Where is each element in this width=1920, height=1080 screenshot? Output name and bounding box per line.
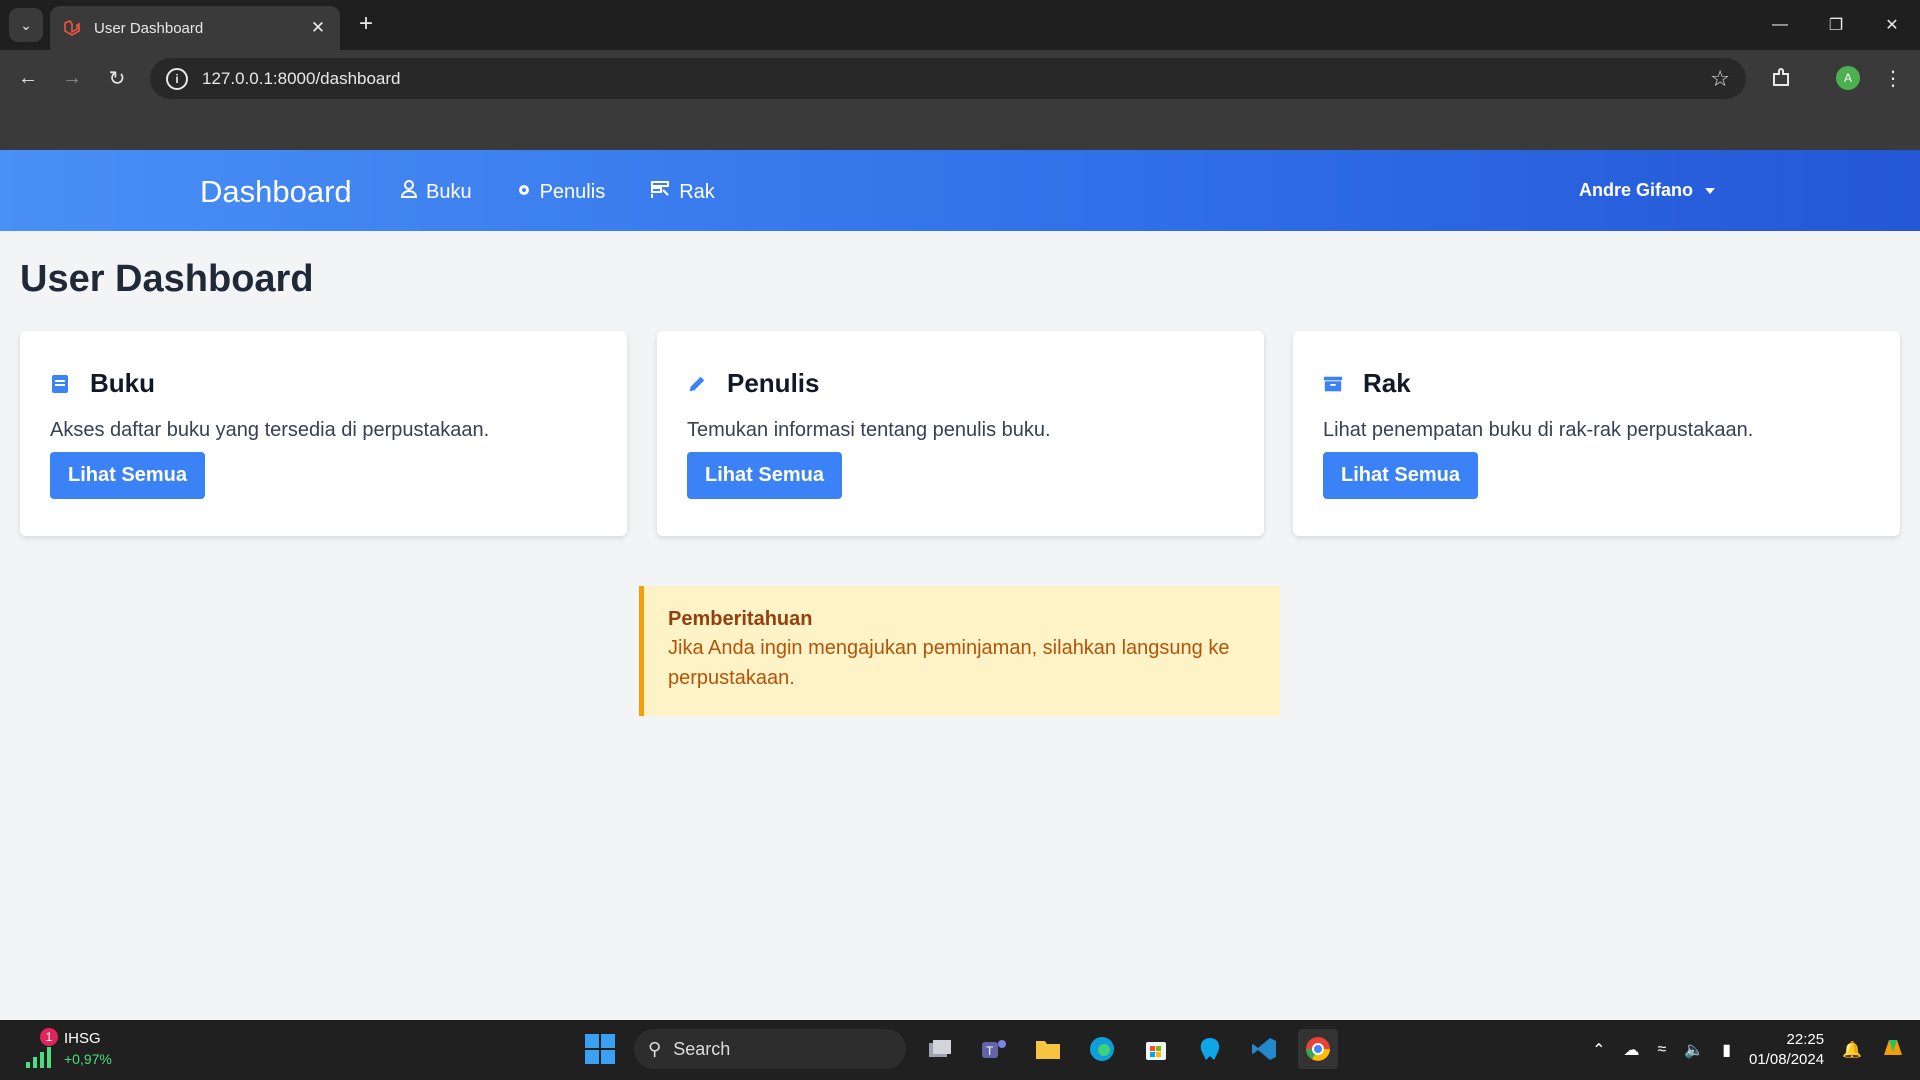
nav-link-label: Rak (679, 180, 715, 203)
card-title: Buku (90, 368, 155, 398)
nav-link-label: Penulis (539, 180, 606, 203)
signal-chart-icon (26, 1047, 51, 1068)
address-bar[interactable]: i 127.0.0.1:8000/dashboard ☆ (150, 58, 1746, 99)
reload-icon[interactable]: ↻ (103, 64, 131, 92)
widget-label: IHSG (64, 1030, 101, 1047)
card-description: Lihat penempatan buku di rak-rak perpust… (1323, 419, 1754, 441)
dashboard-page: { "browser": { "tab_title": "User Dashbo… (0, 0, 1920, 1080)
chrome-icon[interactable] (1298, 1029, 1338, 1069)
info-icon[interactable]: i (166, 67, 188, 90)
stock-widget[interactable]: 1 IHSG +0,97% (24, 1028, 112, 1070)
clock-time: 22:25 (1786, 1031, 1825, 1048)
nav-link-buku[interactable]: Buku (400, 178, 472, 206)
vscode-icon[interactable] (1244, 1029, 1284, 1069)
notice-text: Jika Anda ingin mengajukan peminjaman, s… (668, 637, 1230, 689)
nav-link-rak[interactable]: Rak (649, 178, 715, 206)
avatar: A (1836, 66, 1860, 90)
laravel-favicon-icon (62, 18, 82, 38)
view-all-button[interactable]: Lihat Semua (687, 452, 842, 499)
card-title: Rak (1363, 368, 1411, 398)
teams-icon[interactable]: T (974, 1029, 1014, 1069)
store-icon[interactable] (1136, 1029, 1176, 1069)
view-all-button[interactable]: Lihat Semua (50, 452, 205, 499)
copilot-icon[interactable] (1880, 1035, 1906, 1066)
nav-link-penulis[interactable]: Penulis (516, 178, 606, 206)
browser-tab[interactable]: User Dashboard ✕ (50, 6, 340, 50)
close-window-icon[interactable]: ✕ (1864, 0, 1920, 50)
minimize-icon[interactable]: — (1752, 0, 1808, 50)
task-view-icon[interactable] (920, 1029, 960, 1069)
pencil-icon (687, 374, 707, 394)
page-title: User Dashboard (20, 258, 314, 300)
bell-icon[interactable]: 🔔 (1842, 1040, 1862, 1060)
book-icon (50, 374, 70, 394)
nav-link-label: Buku (426, 180, 472, 203)
edge-icon[interactable] (1082, 1029, 1122, 1069)
volume-icon[interactable]: 🔈 (1684, 1040, 1704, 1060)
shelf-icon (649, 178, 671, 206)
card-description: Temukan informasi tentang penulis buku. (687, 419, 1051, 441)
card-title: Penulis (727, 368, 820, 398)
user-name: Andre Gifano (1579, 180, 1694, 200)
chevron-down-icon: ⌄ (20, 16, 32, 33)
menu-dots-icon[interactable]: ⋮ (1879, 64, 1907, 92)
cloud-icon[interactable]: ☁ (1623, 1040, 1639, 1060)
user-dropdown[interactable]: Andre Gifano (1579, 180, 1716, 201)
nav-links: Buku Penulis Rak (400, 178, 715, 206)
back-arrow-icon[interactable]: ← (14, 64, 42, 92)
gear-icon (516, 181, 532, 204)
widget-change: +0,97% (64, 1051, 112, 1067)
card-buku: Buku Akses daftar buku yang tersedia di … (20, 331, 627, 536)
browser-tab-strip: ⌄ User Dashboard ✕ + — ❐ ✕ (0, 0, 1920, 50)
card-rak: Rak Lihat penempatan buku di rak-rak per… (1293, 331, 1900, 536)
window-controls: — ❐ ✕ (1752, 0, 1920, 50)
view-all-button[interactable]: Lihat Semua (1323, 452, 1478, 499)
notification-badge: 1 (40, 1028, 58, 1046)
restore-icon[interactable]: ❐ (1808, 0, 1864, 50)
tab-search-button[interactable]: ⌄ (9, 8, 43, 42)
system-tray: ⌃ ☁ ≈ 🔈 ▮ 22:25 01/08/2024 🔔 (1592, 1020, 1920, 1080)
taskbar: 1 IHSG +0,97% ⚲ Search T ⌃ ☁ ≈ 🔈 ▮ 22:25… (0, 1020, 1920, 1080)
caret-down-icon (1705, 187, 1716, 194)
chevron-up-icon[interactable]: ⌃ (1592, 1040, 1605, 1060)
notice-alert: Pemberitahuan Jika Anda ingin mengajukan… (639, 586, 1280, 716)
brand-link[interactable]: Dashboard (200, 174, 352, 210)
archive-icon (1323, 374, 1343, 394)
battery-icon[interactable]: ▮ (1722, 1040, 1731, 1060)
new-tab-button[interactable]: + (352, 10, 380, 38)
card-penulis: Penulis Temukan informasi tentang penuli… (657, 331, 1264, 536)
taskbar-apps: ⚲ Search T (580, 1029, 1338, 1069)
card-description: Akses daftar buku yang tersedia di perpu… (50, 419, 490, 441)
forward-arrow-icon[interactable]: → (58, 64, 86, 92)
profile-avatar[interactable]: A (1834, 64, 1862, 92)
taskbar-search[interactable]: ⚲ Search (634, 1029, 906, 1069)
windows-start-icon[interactable] (580, 1029, 620, 1069)
notice-title: Pemberitahuan (668, 608, 813, 630)
close-icon[interactable]: ✕ (308, 18, 328, 38)
app-navbar: Dashboard Buku Penulis Rak Andre Gifano (0, 150, 1920, 231)
search-icon: ⚲ (648, 1038, 662, 1059)
star-icon[interactable]: ☆ (1710, 66, 1730, 92)
svg-text:T: T (986, 1044, 994, 1058)
search-placeholder: Search (673, 1038, 731, 1059)
tab-title: User Dashboard (94, 19, 204, 37)
url-text[interactable]: 127.0.0.1:8000/dashboard (202, 69, 1710, 89)
clock-date: 01/08/2024 (1749, 1051, 1825, 1068)
user-icon (400, 179, 418, 205)
file-explorer-icon[interactable] (1028, 1029, 1068, 1069)
app-icon[interactable] (1190, 1029, 1230, 1069)
extensions-icon[interactable] (1767, 64, 1795, 92)
clock[interactable]: 22:25 01/08/2024 (1749, 1030, 1824, 1070)
wifi-icon[interactable]: ≈ (1657, 1041, 1666, 1059)
